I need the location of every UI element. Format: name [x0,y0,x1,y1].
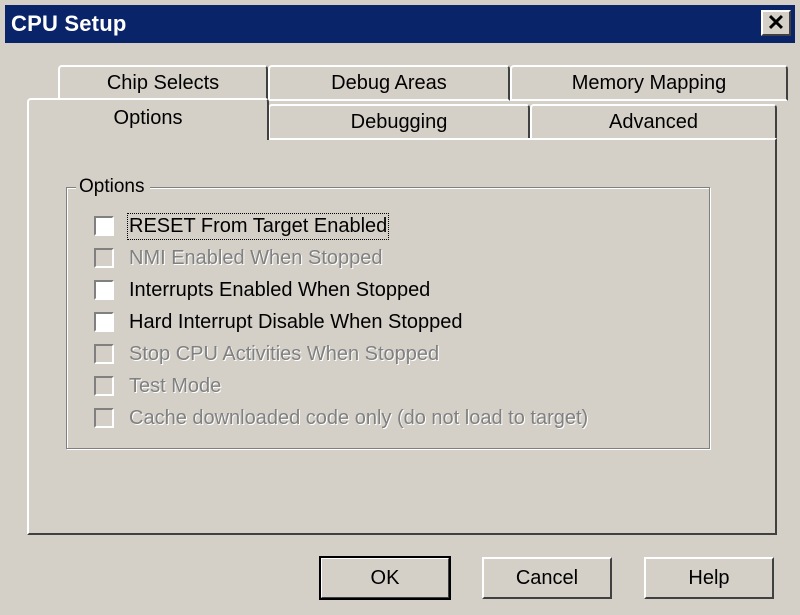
tab-label: Advanced [609,111,698,133]
close-button[interactable]: ✕ [761,10,791,36]
options-group-title: Options [76,176,151,198]
test-mode-checkbox[interactable]: Test Mode [93,371,222,401]
checkbox-box[interactable] [93,343,115,365]
close-icon: ✕ [766,10,786,35]
checkbox-box[interactable] [93,311,115,333]
cache-downloaded-code-checkbox[interactable]: Cache downloaded code only (do not load … [93,403,589,433]
cancel-button[interactable]: Cancel [482,557,612,599]
interrupts-enabled-checkbox[interactable]: Interrupts Enabled When Stopped [93,275,431,305]
hard-interrupt-disable-checkbox[interactable]: Hard Interrupt Disable When Stopped [93,307,463,337]
tab-options[interactable]: Options [27,98,269,140]
option-label: Test Mode [129,374,222,397]
tab-debugging[interactable]: Debugging [268,104,530,140]
option-label: Stop CPU Activities When Stopped [129,342,440,365]
tab-label: Chip Selects [106,72,220,94]
checkbox-box[interactable] [93,407,115,429]
option-label: Interrupts Enabled When Stopped [129,278,431,301]
option-label: RESET From Target Enabled [126,212,390,240]
window-title: CPU Setup [11,11,127,36]
tab-memory-mapping[interactable]: Memory Mapping [510,65,788,101]
checkbox-box[interactable] [93,215,115,237]
tab-label: Memory Mapping [571,72,727,94]
title-bar[interactable]: CPU Setup ✕ [5,5,795,43]
tab-label: Options [113,107,183,129]
tab-chip-selects[interactable]: Chip Selects [58,65,268,101]
checkbox-box[interactable] [93,247,115,269]
checkbox-box[interactable] [93,279,115,301]
tab-label: Debugging [350,111,448,133]
option-label: Hard Interrupt Disable When Stopped [129,310,463,333]
tab-label: Debug Areas [331,72,447,94]
cpu-setup-dialog: CPU Setup ✕ Chip Selects Debug Areas Mem… [0,0,800,615]
reset-from-target-checkbox[interactable]: RESET From Target Enabled [93,211,390,241]
checkbox-box[interactable] [93,375,115,397]
nmi-enabled-checkbox[interactable]: NMI Enabled When Stopped [93,243,383,273]
help-button[interactable]: Help [644,557,774,599]
option-label: Cache downloaded code only (do not load … [129,406,589,429]
option-label: NMI Enabled When Stopped [129,246,383,269]
stop-cpu-activities-checkbox[interactable]: Stop CPU Activities When Stopped [93,339,440,369]
tab-advanced[interactable]: Advanced [530,104,777,140]
tab-debug-areas[interactable]: Debug Areas [268,65,510,101]
ok-button[interactable]: OK [319,556,451,600]
